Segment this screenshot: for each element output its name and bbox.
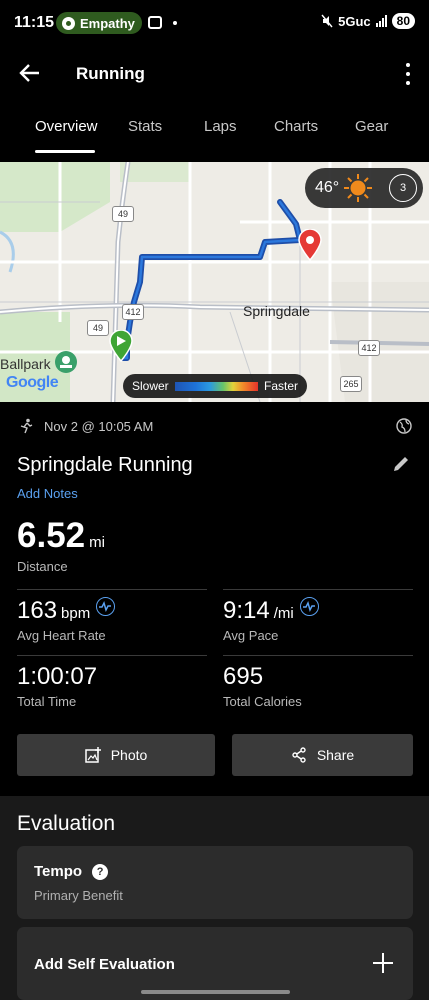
weather-temperature: 46°	[315, 179, 340, 196]
heart-rate-stat: 163 bpm Avg Heart Rate	[17, 597, 116, 643]
distance-stat: 6.52 mi Distance	[17, 516, 105, 574]
legend-faster-label: Faster	[263, 379, 298, 393]
app-notification-icon	[62, 16, 75, 30]
finish-pin-icon	[298, 229, 322, 261]
distance-unit: mi	[89, 534, 105, 551]
pace-chart-icon[interactable]	[299, 597, 319, 616]
share-icon	[292, 747, 306, 763]
activity-title: Springdale Running	[17, 454, 193, 476]
mute-icon	[321, 14, 333, 28]
page-title: Running	[76, 64, 145, 83]
back-arrow-icon[interactable]	[18, 60, 44, 86]
app-bar: Running	[0, 52, 429, 96]
heart-rate-chart-icon[interactable]	[96, 597, 116, 616]
photo-button[interactable]: Photo	[17, 734, 215, 776]
heart-rate-unit: bpm	[61, 605, 91, 622]
calories-stat: 695 Total Calories	[223, 663, 302, 709]
weather-badge[interactable]: 46° 3	[305, 168, 423, 208]
legend-slower-label: Slower	[132, 379, 169, 393]
tab-overview[interactable]: Overview	[35, 118, 98, 135]
tab-bar: Overview Stats Laps Charts Gear	[0, 112, 429, 156]
route-shield-265: 265	[340, 376, 362, 392]
status-time: 11:15	[14, 14, 55, 31]
help-icon[interactable]: ?	[92, 863, 109, 880]
pace-stat: 9:14/mi Avg Pace	[223, 597, 319, 643]
benefit-name-row: Tempo ?	[34, 863, 109, 880]
divider	[17, 589, 207, 590]
tab-laps[interactable]: Laps	[204, 118, 237, 135]
calories-value: 695	[223, 663, 264, 690]
activity-date: Nov 2 @ 10:05 AM	[44, 418, 154, 434]
heart-rate-value: 163	[17, 597, 58, 624]
tab-charts[interactable]: Charts	[274, 118, 318, 135]
home-indicator[interactable]	[141, 990, 290, 994]
edit-pencil-icon[interactable]	[391, 454, 411, 474]
tab-stats[interactable]: Stats	[128, 118, 162, 135]
share-button[interactable]: Share	[232, 734, 413, 776]
pace-legend: Slower Faster	[123, 374, 307, 398]
pace-value: 9:14	[223, 597, 270, 624]
evaluation-section: Evaluation Tempo ? Primary Benefit Add S…	[0, 796, 429, 1000]
calories-label: Total Calories	[223, 694, 302, 709]
route-shield-412: 412	[122, 304, 144, 320]
map-city-label: Springdale	[243, 303, 310, 319]
route-shield-49b: 49	[87, 320, 109, 336]
park-icon	[55, 351, 77, 373]
activity-meta: Nov 2 @ 10:05 AM	[18, 418, 153, 434]
pace-label: Avg Pace	[223, 628, 279, 643]
self-evaluation-label: Add Self Evaluation	[34, 956, 175, 973]
pace-gradient-bar	[174, 381, 258, 391]
evaluation-title: Evaluation	[17, 812, 116, 835]
route-shield-412b: 412	[358, 340, 380, 356]
notification-pill[interactable]: Empathy	[56, 12, 142, 34]
notification-app-label: Empathy	[80, 15, 135, 31]
sunny-icon	[344, 174, 373, 202]
distance-label: Distance	[17, 559, 68, 574]
route-shield-49: 49	[112, 206, 134, 222]
route-map[interactable]: 49 412 49 412 265 Springdale Ballpark Go…	[0, 162, 429, 402]
training-benefit-card[interactable]: Tempo ? Primary Benefit	[17, 846, 413, 919]
plus-icon[interactable]	[373, 953, 393, 973]
divider	[223, 655, 413, 656]
running-icon	[20, 418, 33, 434]
add-photo-icon	[84, 747, 101, 763]
heart-rate-label: Avg Heart Rate	[17, 628, 106, 643]
distance-value: 6.52	[17, 516, 86, 555]
status-icons: 5Guc 80	[321, 13, 415, 29]
photo-button-label: Photo	[110, 747, 148, 763]
signal-icon	[375, 15, 387, 27]
more-notifications-icon	[173, 21, 177, 25]
wind-compass-icon: 3	[389, 174, 417, 202]
status-bar: 11:15 Empathy 5Guc 80	[0, 0, 429, 46]
tab-gear[interactable]: Gear	[355, 118, 388, 135]
google-attribution: Google	[6, 374, 59, 391]
divider	[17, 655, 207, 656]
map-park-label: Ballpark	[0, 356, 51, 372]
globe-icon[interactable]	[396, 418, 412, 434]
battery-icon: 80	[391, 13, 415, 29]
start-pin-icon	[109, 330, 133, 362]
network-label: 5Guc	[338, 13, 371, 29]
pace-unit: /mi	[273, 605, 294, 622]
total-time-label: Total Time	[17, 694, 77, 709]
screenshot-icon	[148, 16, 162, 29]
benefit-subtitle: Primary Benefit	[34, 888, 123, 903]
share-button-label: Share	[316, 747, 355, 763]
total-time-value: 1:00:07	[17, 663, 98, 690]
add-notes-link[interactable]: Add Notes	[17, 486, 78, 501]
more-options-icon[interactable]	[401, 62, 415, 86]
benefit-name: Tempo	[34, 863, 83, 880]
total-time-stat: 1:00:07 Total Time	[17, 663, 97, 709]
active-tab-indicator	[35, 150, 95, 153]
divider	[223, 589, 413, 590]
